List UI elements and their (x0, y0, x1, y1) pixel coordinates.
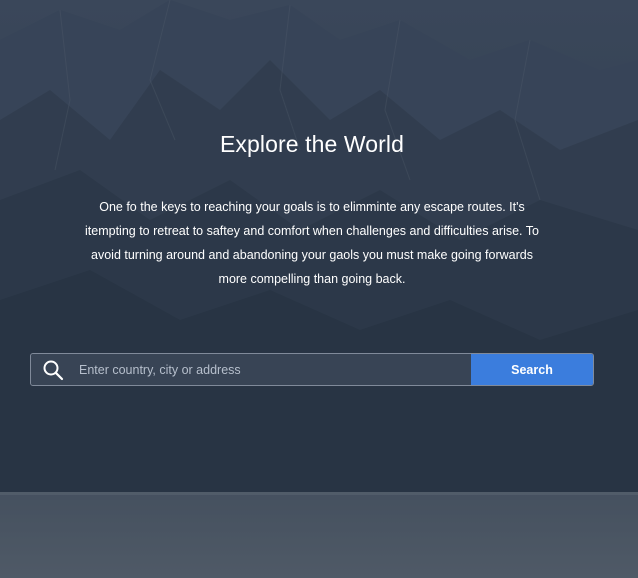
search-icon (33, 354, 73, 385)
search-field (31, 354, 471, 385)
hero-section: Explore the World One fo the keys to rea… (0, 0, 638, 578)
search-input[interactable] (73, 354, 471, 385)
hero-description: One fo the keys to reaching your goals i… (85, 200, 539, 286)
page-title: Explore the World (219, 131, 405, 157)
search-button[interactable]: Search (471, 354, 593, 385)
search-bar: Search (30, 353, 594, 386)
hero-content: Explore the World One fo the keys to rea… (0, 0, 638, 578)
